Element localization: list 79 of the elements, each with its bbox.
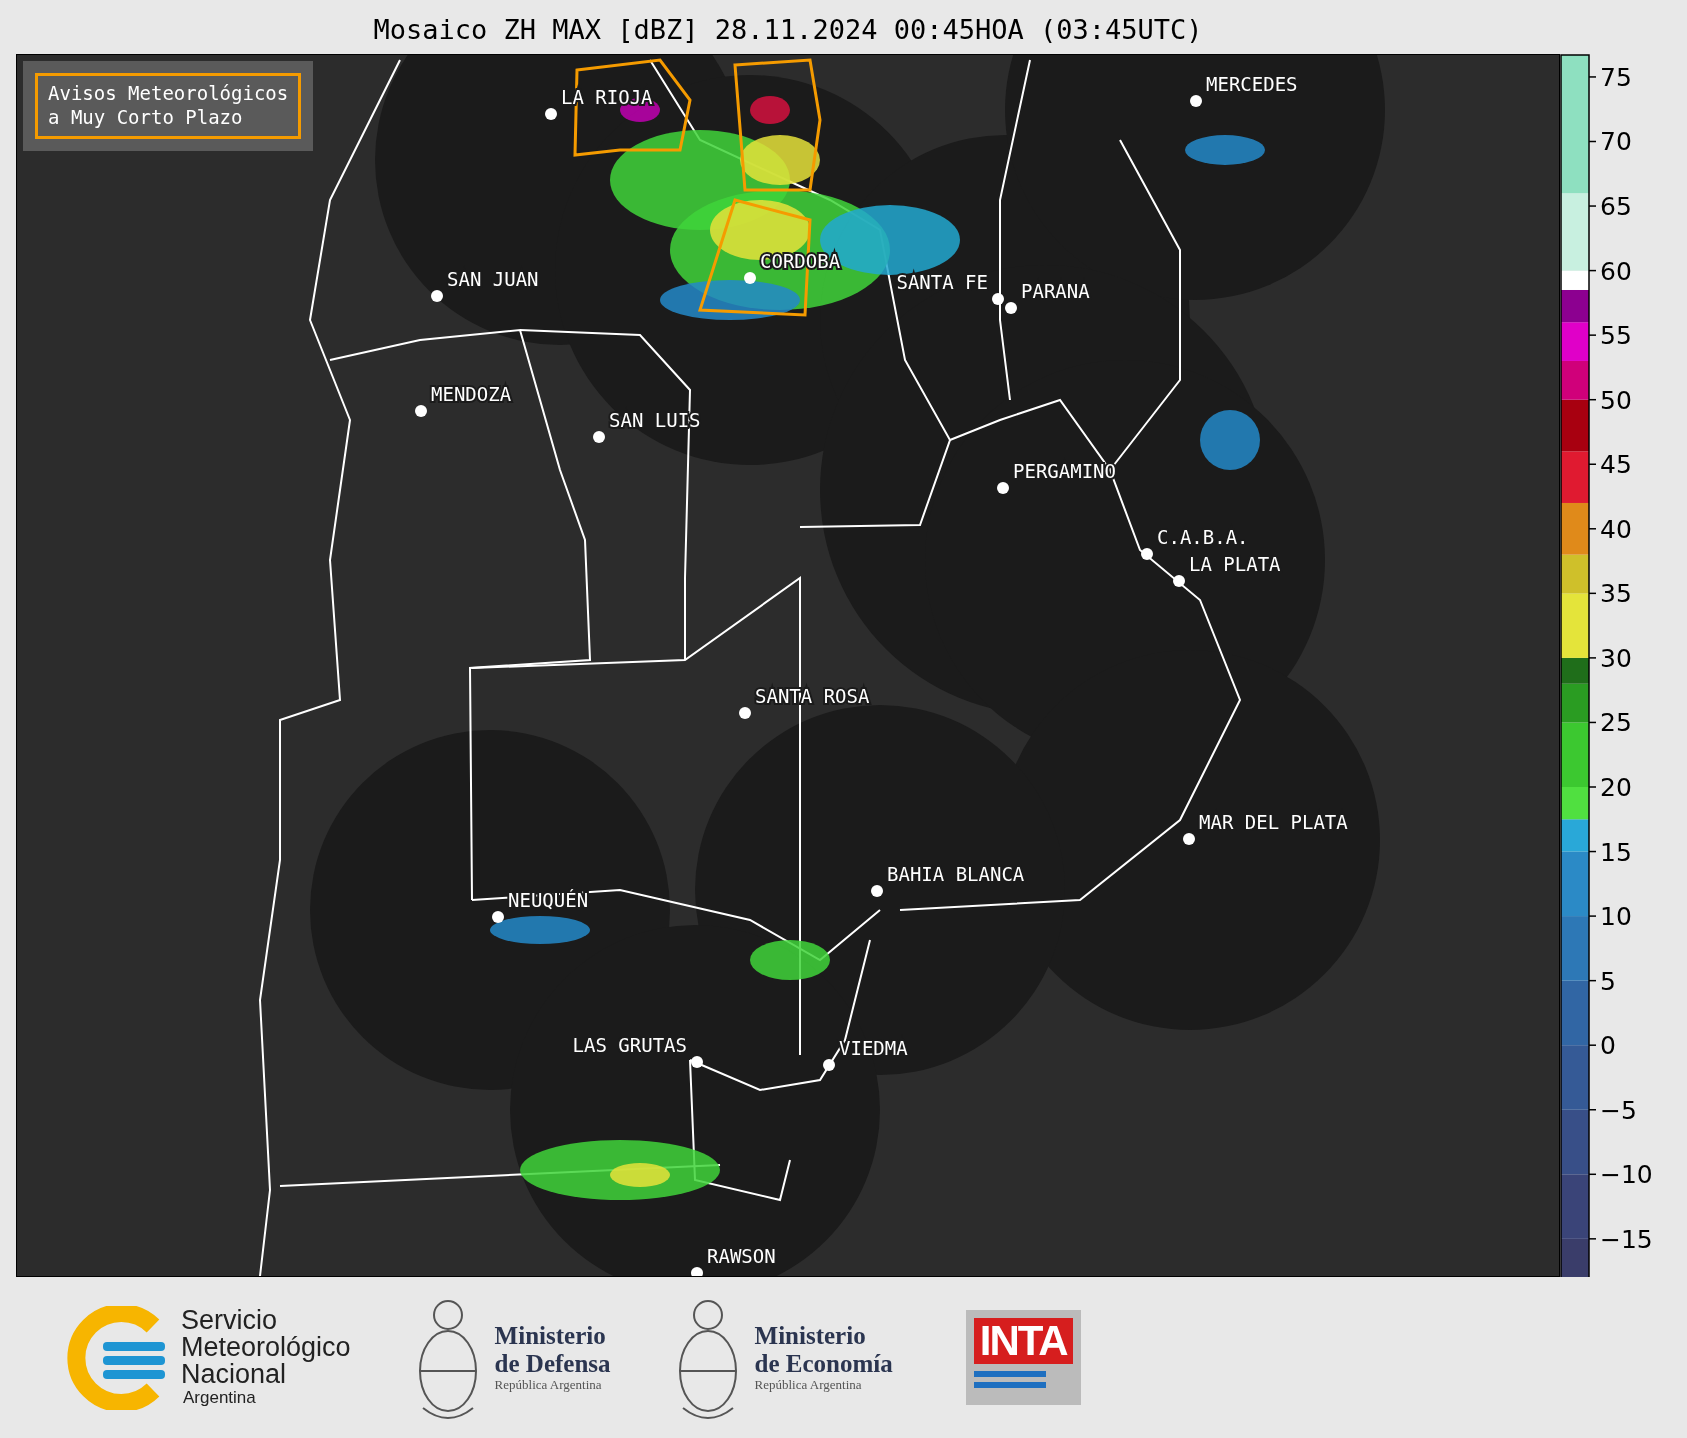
- tick-label: 70: [1600, 127, 1632, 157]
- city-dot: [415, 405, 427, 417]
- city-label: MERCEDES: [1206, 73, 1298, 95]
- city-label: VIEDMA: [839, 1037, 908, 1059]
- tick-mark: [1588, 269, 1597, 272]
- tick-label: −15: [1600, 1224, 1653, 1254]
- legend-text: Avisos Meteorológicos a Muy Corto Plazo: [35, 73, 302, 139]
- city-dot: [1173, 575, 1185, 587]
- city-label: LA PLATA: [1189, 553, 1281, 575]
- ministry-country: República Argentina: [494, 1377, 603, 1393]
- city-dot: [744, 272, 756, 284]
- city-label: C.A.B.A.: [1157, 526, 1249, 548]
- tick-mark: [1588, 205, 1597, 207]
- tick-mark: [1588, 463, 1597, 465]
- city-label: BAHIA BLANCA: [887, 863, 1025, 885]
- tick-label: 25: [1600, 708, 1632, 738]
- tick-mark: [1588, 1044, 1597, 1046]
- city-dot: [1190, 95, 1202, 107]
- city-label: SAN JUAN: [447, 268, 539, 290]
- ministry-name: Ministerio de Economía: [754, 1322, 893, 1377]
- agency-country: Argentina: [183, 1388, 257, 1408]
- tick-label: 30: [1600, 643, 1632, 673]
- city-label: MAR DEL PLATA: [1199, 811, 1348, 833]
- tick-mark: [1588, 528, 1597, 530]
- inta-label: INTA: [973, 1317, 1073, 1365]
- tick-mark: [1588, 76, 1597, 78]
- tick-mark: [1588, 1238, 1597, 1240]
- radar-echo: [1200, 410, 1260, 470]
- tick-label: 20: [1600, 773, 1632, 802]
- tick-mark: [1588, 1173, 1597, 1176]
- city-dot: [545, 108, 557, 120]
- city-dot: [492, 911, 504, 923]
- city-dot: [739, 707, 751, 719]
- agency-name: Servicio Meteorológico Nacional: [181, 1307, 351, 1388]
- tick-label: 45: [1600, 450, 1632, 480]
- tick-mark: [1588, 1109, 1597, 1111]
- tick-mark: [1588, 657, 1597, 659]
- city-dot: [431, 290, 443, 302]
- tick-label: 75: [1600, 62, 1632, 92]
- city-label: RAWSON: [707, 1245, 776, 1267]
- city-label: MENDOZA: [431, 383, 512, 405]
- city-label: SANTA FE: [896, 271, 988, 293]
- city-dot: [823, 1059, 835, 1071]
- tick-label: 55: [1600, 321, 1632, 351]
- tick-label: 50: [1600, 385, 1632, 415]
- radar-echo: [750, 96, 790, 124]
- tick-mark: [1588, 915, 1597, 917]
- city-dot: [997, 482, 1009, 494]
- tick-label: 60: [1600, 256, 1632, 286]
- city-label: PARANA: [1021, 280, 1090, 302]
- tick-label: 35: [1600, 579, 1632, 609]
- tick-mark: [1588, 850, 1597, 853]
- city-dot: [871, 885, 883, 897]
- city-dot: [992, 293, 1004, 305]
- tick-label: 0: [1600, 1031, 1616, 1061]
- tick-label: 15: [1600, 837, 1632, 867]
- city-dot: [1141, 548, 1153, 560]
- chart-title: Mosaico ZH MAX [dBZ] 28.11.2024 00:45HOA (03:45UTC): [373, 12, 1203, 45]
- city-label: NEUQUÉN: [508, 889, 589, 911]
- tick-label: −10: [1600, 1160, 1653, 1190]
- tick-mark: [1588, 398, 1597, 401]
- tick-label: 5: [1600, 966, 1616, 996]
- city-dot: [1183, 833, 1195, 845]
- tick-mark: [1588, 334, 1597, 336]
- tick-mark: [1588, 140, 1597, 143]
- tick-mark: [1588, 979, 1597, 982]
- tick-label: −5: [1600, 1095, 1637, 1125]
- ministry-name: Ministerio de Defensa: [494, 1322, 611, 1377]
- city-label: LAS GRUTAS: [572, 1034, 687, 1056]
- tick-label: 65: [1600, 192, 1632, 222]
- tick-mark: [1588, 721, 1597, 724]
- ministry-country: República Argentina: [754, 1377, 863, 1393]
- tick-mark: [1588, 592, 1597, 595]
- city-dot: [1005, 302, 1017, 314]
- tick-label: 10: [1600, 902, 1632, 932]
- city-dot: [691, 1056, 703, 1068]
- tick-label: 40: [1600, 514, 1632, 544]
- tick-mark: [1588, 786, 1597, 788]
- city-dot: [593, 431, 605, 443]
